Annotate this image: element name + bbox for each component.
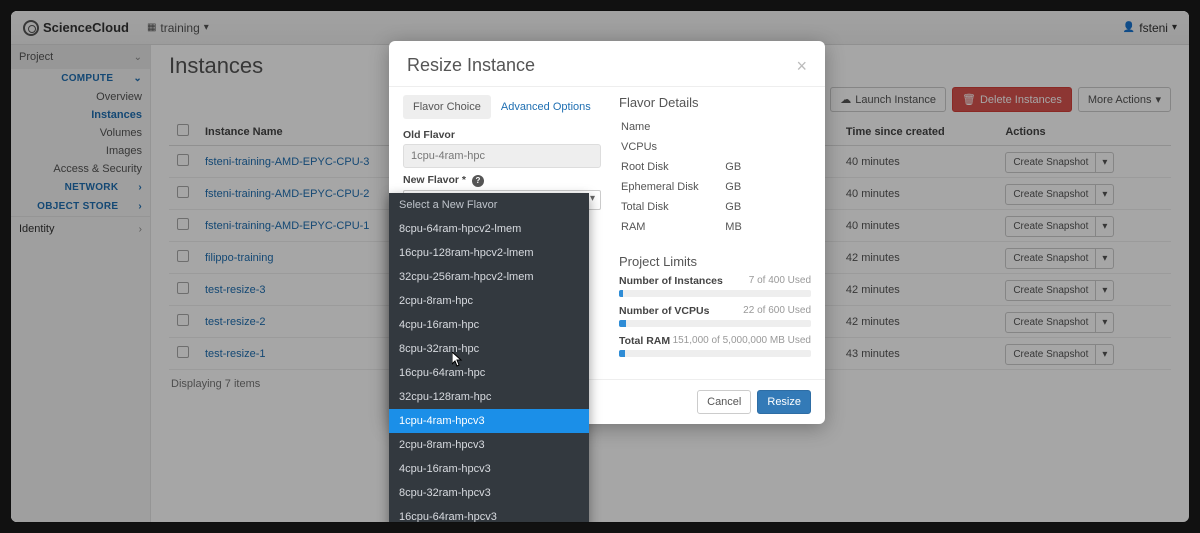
flavor-option[interactable]: 32cpu-128ram-hpc [389,385,589,409]
limit-row: Number of Instances 7 of 400 Used [619,275,811,297]
detail-key: Root Disk [621,158,723,176]
detail-value: GB [725,198,809,216]
limit-label: Total RAM [619,335,670,347]
flavor-details-table: NameVCPUsRoot DiskGBEphemeral DiskGBTota… [619,116,811,238]
limit-row: Total RAM151,000 of 5,000,000 MB Used [619,335,811,357]
flavor-option[interactable]: 16cpu-64ram-hpcv3 [389,505,589,522]
flavor-option[interactable]: 16cpu-64ram-hpc [389,361,589,385]
new-flavor-label: New Flavor * ? [403,174,601,187]
old-flavor-field [403,144,601,168]
flavor-option[interactable]: 4cpu-16ram-hpc [389,313,589,337]
project-limits-heading: Project Limits [619,254,811,269]
detail-key: VCPUs [621,138,723,156]
modal-title: Resize Instance [407,55,796,76]
flavor-option[interactable]: 8cpu-32ram-hpcv3 [389,481,589,505]
limit-usage: 7 of 400 Used [749,275,811,287]
detail-key: Total Disk [621,198,723,216]
flavor-option[interactable]: 2cpu-8ram-hpcv3 [389,433,589,457]
resize-button[interactable]: Resize [757,390,811,414]
help-icon[interactable]: ? [472,175,484,187]
tab-flavor-choice[interactable]: Flavor Choice [403,95,491,119]
old-flavor-label: Old Flavor [403,129,601,141]
modal-right-column: Flavor Details NameVCPUsRoot DiskGBEphem… [619,95,811,365]
detail-value [725,138,809,156]
flavor-option[interactable]: 16cpu-128ram-hpcv2-lmem [389,241,589,265]
cancel-button[interactable]: Cancel [697,390,751,414]
limit-bar [619,290,811,297]
flavor-details-heading: Flavor Details [619,95,811,110]
detail-value: GB [725,178,809,196]
flavor-option[interactable]: 2cpu-8ram-hpc [389,289,589,313]
flavor-option[interactable]: 4cpu-16ram-hpcv3 [389,457,589,481]
limit-row: Number of VCPUs 22 of 600 Used [619,305,811,327]
detail-value: MB [725,218,809,236]
detail-key: RAM [621,218,723,236]
flavor-option[interactable]: 8cpu-32ram-hpc [389,337,589,361]
limit-label: Number of VCPUs [619,305,709,317]
limit-label: Number of Instances [619,275,723,287]
tab-advanced-options[interactable]: Advanced Options [491,95,601,119]
close-icon[interactable]: × [796,57,807,75]
flavor-option[interactable]: 1cpu-4ram-hpcv3 [389,409,589,433]
detail-value [725,118,809,136]
app-window: ScienceCloud ▦ training ▾ 👤 fsteni ▾ Pro… [11,11,1189,522]
flavor-option[interactable]: Select a New Flavor [389,193,589,217]
limit-usage: 22 of 600 Used [743,305,811,317]
limit-bar [619,320,811,327]
detail-key: Name [621,118,723,136]
limit-usage: 151,000 of 5,000,000 MB Used [673,335,811,347]
new-flavor-dropdown[interactable]: Select a New Flavor8cpu-64ram-hpcv2-lmem… [389,193,589,522]
detail-key: Ephemeral Disk [621,178,723,196]
flavor-option[interactable]: 32cpu-256ram-hpcv2-lmem [389,265,589,289]
limit-bar [619,350,811,357]
detail-value: GB [725,158,809,176]
flavor-option[interactable]: 8cpu-64ram-hpcv2-lmem [389,217,589,241]
